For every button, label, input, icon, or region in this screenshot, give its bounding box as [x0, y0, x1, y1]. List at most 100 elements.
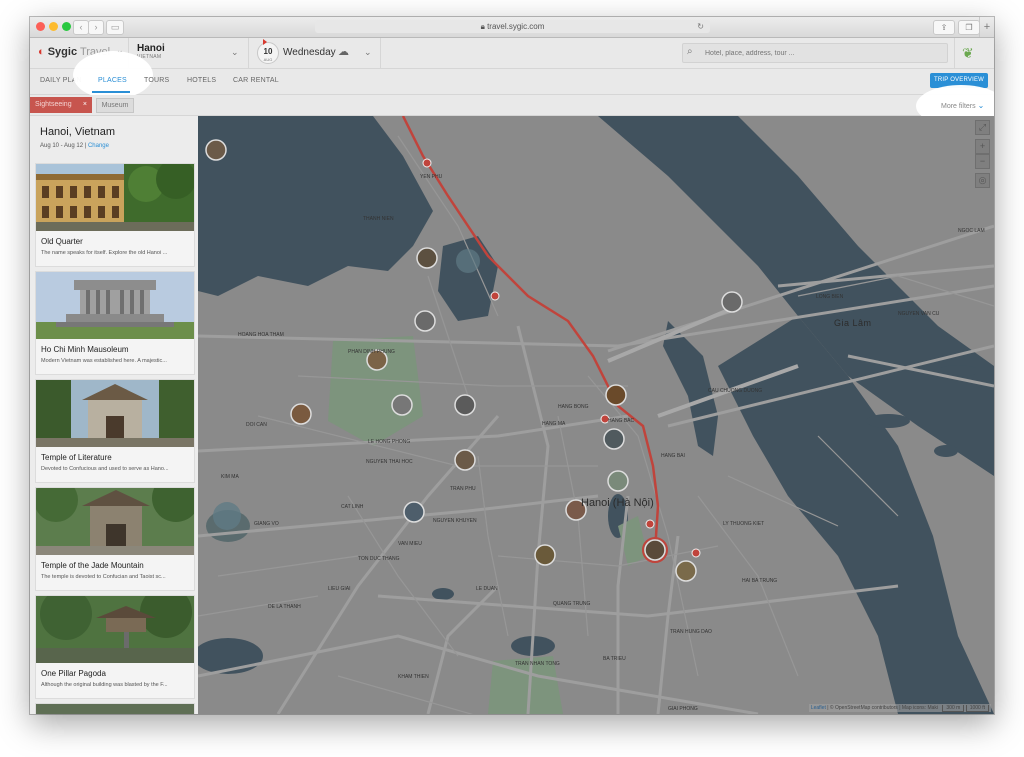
search-icon: ⌕: [687, 46, 693, 57]
filter-chip-label: Sightseeing: [35, 101, 72, 108]
street-label: YEN PHU: [420, 174, 443, 180]
map-city-label: Hanoi (Hà Nội): [581, 497, 654, 509]
street-label: THANH NIEN: [363, 216, 394, 222]
place-photo: [36, 704, 194, 714]
scale-meters: 300 m: [942, 705, 965, 712]
street-label: HAI BA TRUNG: [742, 578, 778, 584]
street-label: HOANG HOA THAM: [238, 332, 284, 338]
share-icon[interactable]: ⇪: [933, 20, 955, 35]
street-label: VAN MIEU: [398, 541, 422, 547]
street-label: HANG BAC: [608, 418, 635, 424]
tab-car-rental[interactable]: CAR RENTAL: [233, 77, 279, 84]
plant-icon[interactable]: ❦: [962, 45, 974, 62]
back-icon[interactable]: ‹: [73, 20, 89, 35]
map-district-label: Gia Lâm: [834, 318, 872, 328]
street-label: HANG BONG: [558, 404, 589, 410]
remove-filter-icon[interactable]: ×: [83, 97, 87, 113]
street-label: PHAN DINH PHUNG: [348, 349, 395, 355]
street-label: CAU CHUONG DUONG: [708, 388, 763, 394]
street-label: DOI CAN: [246, 422, 267, 428]
sygic-logo-icon: ◐: [38, 46, 45, 58]
street-label: GIAI PHONG: [668, 706, 698, 712]
street-label: TON DUC THANG: [358, 556, 400, 562]
street-label: NGUYEN THAI HOC: [366, 459, 413, 465]
tab-hotels[interactable]: HOTELS: [187, 77, 216, 84]
street-label: BA TRIEU: [603, 656, 626, 662]
city-name: Hanoi: [137, 43, 165, 54]
place-description: The name speaks for itself. Explore the …: [41, 250, 168, 256]
locate-icon[interactable]: ◎: [975, 173, 990, 188]
close-window-button[interactable]: [36, 22, 45, 31]
place-card-old-quarter[interactable]: Old Quarter The name speaks for itself. …: [35, 163, 195, 267]
trip-dates-text: Aug 10 - Aug 12 |: [40, 143, 87, 149]
place-title: Temple of the Jade Mountain: [41, 561, 144, 570]
flag-icon: [263, 39, 267, 45]
street-label: CAT LINH: [341, 504, 364, 510]
place-description: Although the original building was blast…: [41, 682, 168, 688]
zoom-window-button[interactable]: [62, 22, 71, 31]
place-description: Devoted to Confucious and used to serve …: [41, 466, 169, 472]
chevron-down-icon[interactable]: ⌄: [231, 47, 239, 58]
leaflet-link[interactable]: Leaflet: [811, 705, 826, 711]
street-label: TRAN HUNG DAO: [670, 629, 712, 635]
place-description: The temple is devoted to Confucian and T…: [41, 574, 166, 580]
divider: [380, 38, 381, 68]
filter-chip-museum[interactable]: Museum: [96, 98, 134, 113]
search-input[interactable]: [703, 46, 937, 61]
minimize-window-button[interactable]: [49, 22, 58, 31]
search-box[interactable]: ⌕: [682, 43, 948, 63]
street-label: HANG MA: [542, 421, 566, 427]
trip-dates: Aug 10 - Aug 12 | Change: [40, 143, 109, 149]
tab-places[interactable]: PLACES: [98, 77, 127, 84]
fullscreen-icon[interactable]: ⤢: [975, 120, 990, 135]
tabs-overview-icon[interactable]: ❐: [958, 20, 980, 35]
place-title: One Pillar Pagoda: [41, 669, 106, 678]
map-canvas: [198, 116, 994, 714]
place-card-one-pillar-pagoda[interactable]: One Pillar Pagoda Although the original …: [35, 595, 195, 699]
filter-chip-sightseeing[interactable]: Sightseeing ×: [30, 97, 92, 113]
place-card-temple-of-literature[interactable]: Temple of Literature Devoted to Confucio…: [35, 379, 195, 483]
reload-icon[interactable]: ↻: [697, 20, 704, 33]
street-label: HANG BAI: [661, 453, 685, 459]
places-sidebar: Hanoi, Vietnam Aug 10 - Aug 12 | Change: [30, 116, 198, 714]
more-filters-button[interactable]: More filters ⌄: [941, 101, 984, 110]
divider: [954, 38, 955, 68]
street-label: TRAN PHU: [450, 486, 476, 492]
tab-tours[interactable]: TOURS: [144, 77, 169, 84]
street-label: LONG BIEN: [816, 294, 844, 300]
place-title: Ho Chi Minh Mausoleum: [41, 345, 129, 354]
street-label: TRAN NHAN TONG: [515, 661, 560, 667]
sidebar-toggle-icon[interactable]: ▭: [106, 20, 124, 35]
place-photo: [36, 596, 194, 663]
street-label: NGUYEN KHUYEN: [433, 518, 477, 524]
weekday-label[interactable]: Wednesday: [283, 47, 336, 58]
active-tab-indicator: [92, 91, 130, 93]
zoom-out-button[interactable]: −: [975, 154, 990, 169]
place-title: Temple of Literature: [41, 453, 112, 462]
place-card-partial[interactable]: [35, 703, 195, 714]
address-bar[interactable]: 🔒︎ travel.sygic.com ↻: [315, 20, 710, 33]
street-label: GIANG VO: [254, 521, 279, 527]
street-label: LE DUAN: [476, 586, 498, 592]
new-tab-icon[interactable]: +: [979, 17, 994, 37]
divider: [248, 38, 249, 68]
chevron-down-icon: ⌄: [977, 101, 985, 110]
forward-icon[interactable]: ›: [88, 20, 104, 35]
zoom-in-button[interactable]: +: [975, 139, 990, 154]
place-photo: [36, 272, 194, 339]
browser-window: ‹ › ▭ 🔒︎ travel.sygic.com ↻ ⇪ ❐ + ◐ Sygi…: [30, 17, 994, 714]
chevron-down-icon[interactable]: ⌄: [364, 47, 372, 58]
place-card-ho-chi-minh-mausoleum[interactable]: Ho Chi Minh Mausoleum Modern Vietnam was…: [35, 271, 195, 375]
app-header: ◐ Sygic Travel ⌄ Hanoi VIETNAM ⌄ 10 AUG …: [30, 38, 994, 69]
change-dates-link[interactable]: Change: [88, 143, 109, 149]
url-text: travel.sygic.com: [487, 22, 545, 31]
date-badge[interactable]: 10 AUG: [257, 39, 279, 64]
place-card-temple-of-the-jade-mountain[interactable]: Temple of the Jade Mountain The temple i…: [35, 487, 195, 591]
lock-icon: 🔒︎: [480, 22, 485, 31]
map-view[interactable]: Hanoi (Hà Nội) Gia Lâm PHAN DINH PHUNG H…: [198, 116, 994, 714]
main-tabs: DAILY PLAN PLACES TOURS HOTELS CAR RENTA…: [30, 51, 994, 99]
more-filters-label: More filters: [941, 103, 976, 110]
street-label: LY THUONG KIET: [723, 521, 765, 527]
street-label: NGUYEN VAN CU: [898, 311, 940, 317]
date-month: AUG: [263, 57, 273, 62]
